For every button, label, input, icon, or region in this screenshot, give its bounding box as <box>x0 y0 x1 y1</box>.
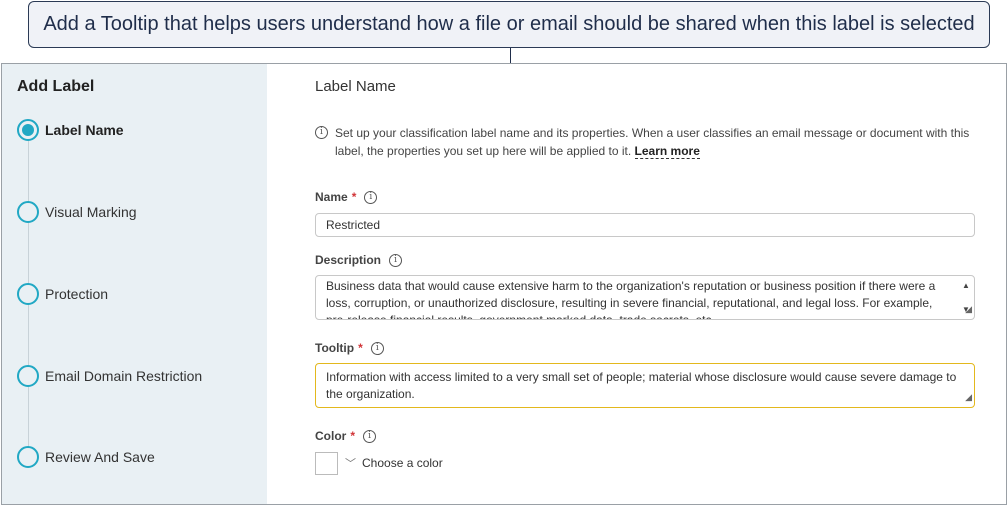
scroll-up-icon[interactable]: ▲ <box>962 277 970 294</box>
step-label-name[interactable]: Label Name <box>17 118 124 142</box>
chevron-down-icon: ﹀ <box>345 458 356 470</box>
name-value: Restricted <box>326 218 381 232</box>
tooltip-field-label: Tooltip * i <box>315 341 384 355</box>
step-review-and-save[interactable]: Review And Save <box>17 445 155 469</box>
step-email-domain-restriction[interactable]: Email Domain Restriction <box>17 364 202 388</box>
color-placeholder: Choose a color <box>362 456 443 470</box>
step-protection[interactable]: Protection <box>17 282 108 306</box>
info-icon[interactable]: i <box>363 429 377 443</box>
color-dropdown[interactable]: ﹀ Choose a color <box>345 455 443 471</box>
step-circle-icon <box>17 283 39 305</box>
step-label: Email Domain Restriction <box>45 368 203 384</box>
description-label: Description <box>315 253 382 267</box>
step-circle-icon <box>17 446 39 468</box>
callout-text: Add a Tooltip that helps users understan… <box>43 13 975 35</box>
step-active-circle-icon <box>17 119 39 141</box>
required-marker: * <box>358 341 363 355</box>
info-icon: i <box>315 126 328 139</box>
wizard-sidebar: Add Label Label Name Visual Marking Prot… <box>2 64 267 504</box>
info-description: i Set up your classification label name … <box>315 124 975 160</box>
step-label: Protection <box>45 286 109 302</box>
tooltip-textarea[interactable]: Information with access limited to a ver… <box>315 363 975 408</box>
color-field-label: Color * i <box>315 429 377 443</box>
step-visual-marking[interactable]: Visual Marking <box>17 200 137 224</box>
required-marker: * <box>350 429 356 443</box>
page-title: Label Name <box>315 78 396 95</box>
name-field-label: Name * i <box>315 190 378 204</box>
info-icon[interactable]: i <box>364 190 378 204</box>
step-label: Label Name <box>45 122 124 138</box>
name-input[interactable]: Restricted <box>315 213 975 237</box>
learn-more-link[interactable]: Learn more <box>634 144 700 159</box>
info-icon[interactable]: i <box>389 253 403 267</box>
required-marker: * <box>351 190 357 204</box>
name-label: Name <box>315 190 348 204</box>
step-label: Review And Save <box>45 449 155 465</box>
add-label-wizard: Add Label Label Name Visual Marking Prot… <box>1 63 1007 505</box>
instruction-callout: Add a Tooltip that helps users understan… <box>28 1 990 48</box>
info-icon[interactable]: i <box>370 341 384 355</box>
description-textarea[interactable]: Business data that would cause extensive… <box>315 275 975 320</box>
step-circle-icon <box>17 365 39 387</box>
step-circle-icon <box>17 201 39 223</box>
resize-grip-icon[interactable]: ◢ <box>965 301 972 318</box>
color-swatch[interactable] <box>315 452 338 475</box>
resize-grip-icon[interactable]: ◢ <box>965 389 972 406</box>
color-label: Color <box>315 429 347 443</box>
step-label: Visual Marking <box>45 204 137 220</box>
description-field-label: Description i <box>315 253 403 267</box>
description-value: Business data that would cause extensive… <box>326 279 936 320</box>
sidebar-title: Add Label <box>17 78 95 95</box>
tooltip-label: Tooltip <box>315 341 355 355</box>
tooltip-value: Information with access limited to a ver… <box>326 370 957 401</box>
